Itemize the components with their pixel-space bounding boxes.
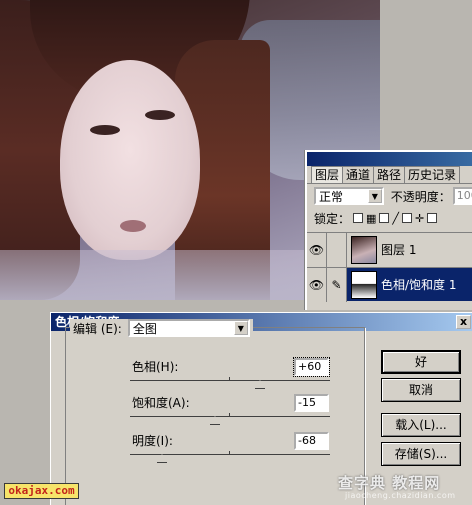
chevron-down-icon[interactable]: ▼ [367,189,382,203]
lock-row: 锁定： ▦ ╱ ✛ [307,208,472,228]
load-button[interactable]: 载入(L)... [381,413,461,437]
cancel-button[interactable]: 取消 [381,378,461,402]
edit-range-value: 全图 [132,321,157,336]
layers-panel: 图层 通道 路径 历史记录 正常 ▼ 不透明度： 100 锁定： ▦ ╱ ✛ 👁… [305,150,472,310]
save-button[interactable]: 存储(S)... [381,442,461,466]
saturation-input[interactable]: -15 [294,394,329,412]
lightness-slider-thumb[interactable] [157,454,167,463]
eye-icon[interactable]: 👁 [307,232,327,267]
blend-opacity-row: 正常 ▼ 不透明度： 100 [307,184,472,208]
blend-mode-select[interactable]: 正常 ▼ [314,187,384,205]
lock-image-checkbox[interactable] [379,213,390,223]
adjustment-group: 编辑 (E): 全图 ▼ 色相(H): +60 饱和度(A): -15 明度(I… [65,319,365,505]
photo-eye-left [90,125,120,135]
tab-channels[interactable]: 通道 [342,166,375,183]
hue-input[interactable]: +60 [293,357,330,377]
opacity-label: 不透明度： [390,189,451,204]
saturation-label: 饱和度(A): [132,396,190,410]
chevron-down-icon[interactable]: ▼ [233,321,248,335]
layer-row-selected[interactable]: 👁 ✎ 色相/饱和度 1 [307,267,472,302]
hue-slider-track[interactable] [130,377,330,381]
watermark-url: jiaocheng.chazidian.com [345,491,456,500]
hue-label: 色相(H): [132,360,179,374]
site-logo: okajax.com [4,483,79,499]
eye-icon[interactable]: 👁 [307,267,327,302]
brush-icon[interactable]: ✎ [327,267,347,302]
lock-label: 锁定： [314,211,351,226]
photo-eye-right [145,110,175,120]
hue-slider-thumb[interactable] [255,380,265,389]
blend-mode-value: 正常 [319,189,344,204]
tab-paths[interactable]: 路径 [373,166,406,183]
watermark-text: 查字典 教程网 [338,474,441,492]
ok-button[interactable]: 好 [381,350,461,374]
move-icon: ✛ [415,211,425,225]
edit-range-select[interactable]: 全图 ▼ [127,319,250,337]
edit-row: 编辑 (E): 全图 ▼ [70,319,253,337]
saturation-slider-thumb[interactable] [210,416,220,425]
tab-history[interactable]: 历史记录 [404,166,461,183]
layers-panel-tabs: 图层 通道 路径 历史记录 [307,166,472,184]
lightness-input[interactable]: -68 [294,432,329,450]
layer-photo-thumbnail [351,235,377,264]
photo-mouth [120,220,146,232]
lock-position-checkbox[interactable] [402,213,413,223]
edit-label: 编辑 (E): [73,321,122,336]
layer-row[interactable]: 👁 图层 1 [307,232,472,267]
adjustment-layer-thumbnail [351,270,377,299]
layers-panel-titlebar[interactable] [307,152,472,166]
opacity-input[interactable]: 100 [452,187,472,205]
tab-layers[interactable]: 图层 [311,166,344,183]
lock-transparency-checkbox[interactable] [353,213,364,223]
close-icon[interactable]: x [456,315,471,329]
layer-name: 图层 1 [381,243,417,257]
link-cell[interactable] [327,232,347,267]
brush-icon: ╱ [392,211,400,225]
lock-all-checkbox[interactable] [427,213,438,223]
layer-name: 色相/饱和度 1 [381,278,457,292]
saturation-slider-track[interactable] [130,413,330,417]
lightness-label: 明度(I): [132,434,173,448]
transparency-icon: ▦ [366,211,377,225]
